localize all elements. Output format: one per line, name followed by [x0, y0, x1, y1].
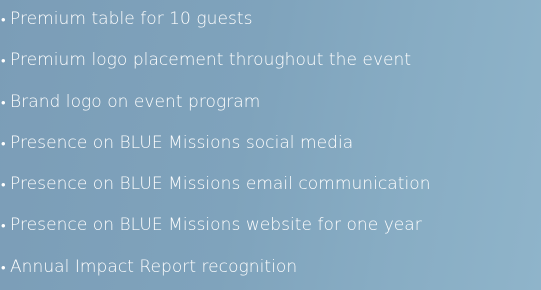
benefit-item: • Presence on BLUE Missions email communi… — [0, 168, 431, 200]
benefit-text: Premium table for 10 guests — [10, 9, 253, 29]
sponsorship-benefits-list: • Premium table for 10 guests • Premium lo… — [0, 0, 541, 290]
benefit-item: • Presence on BLUE Missions website for o… — [0, 209, 422, 241]
benefit-text: Presence on BLUE Missions email communic… — [10, 174, 431, 194]
benefit-item: • Brand logo on event program — [0, 86, 260, 118]
benefit-item: • Annual Impact Report recognition — [0, 251, 297, 283]
bullet-icon: • — [1, 219, 6, 234]
benefit-item: • Presence on BLUE Missions social media — [0, 127, 353, 159]
benefit-item: • Premium table for 10 guests — [0, 3, 253, 35]
benefit-text: Brand logo on event program — [10, 92, 261, 112]
bullet-icon: • — [1, 13, 6, 28]
bullet-icon: • — [1, 54, 6, 69]
benefit-text: Annual Impact Report recognition — [10, 257, 298, 277]
benefit-item: • Premium logo placement throughout the e… — [0, 44, 411, 76]
benefit-text: Presence on BLUE Missions social media — [10, 133, 354, 153]
bullet-icon: • — [1, 261, 6, 276]
bullet-icon: • — [1, 178, 6, 193]
benefit-text: Premium logo placement throughout the ev… — [10, 50, 412, 70]
benefit-text: Presence on BLUE Missions website for on… — [10, 215, 422, 235]
bullet-icon: • — [1, 96, 6, 111]
bullet-icon: • — [1, 137, 6, 152]
